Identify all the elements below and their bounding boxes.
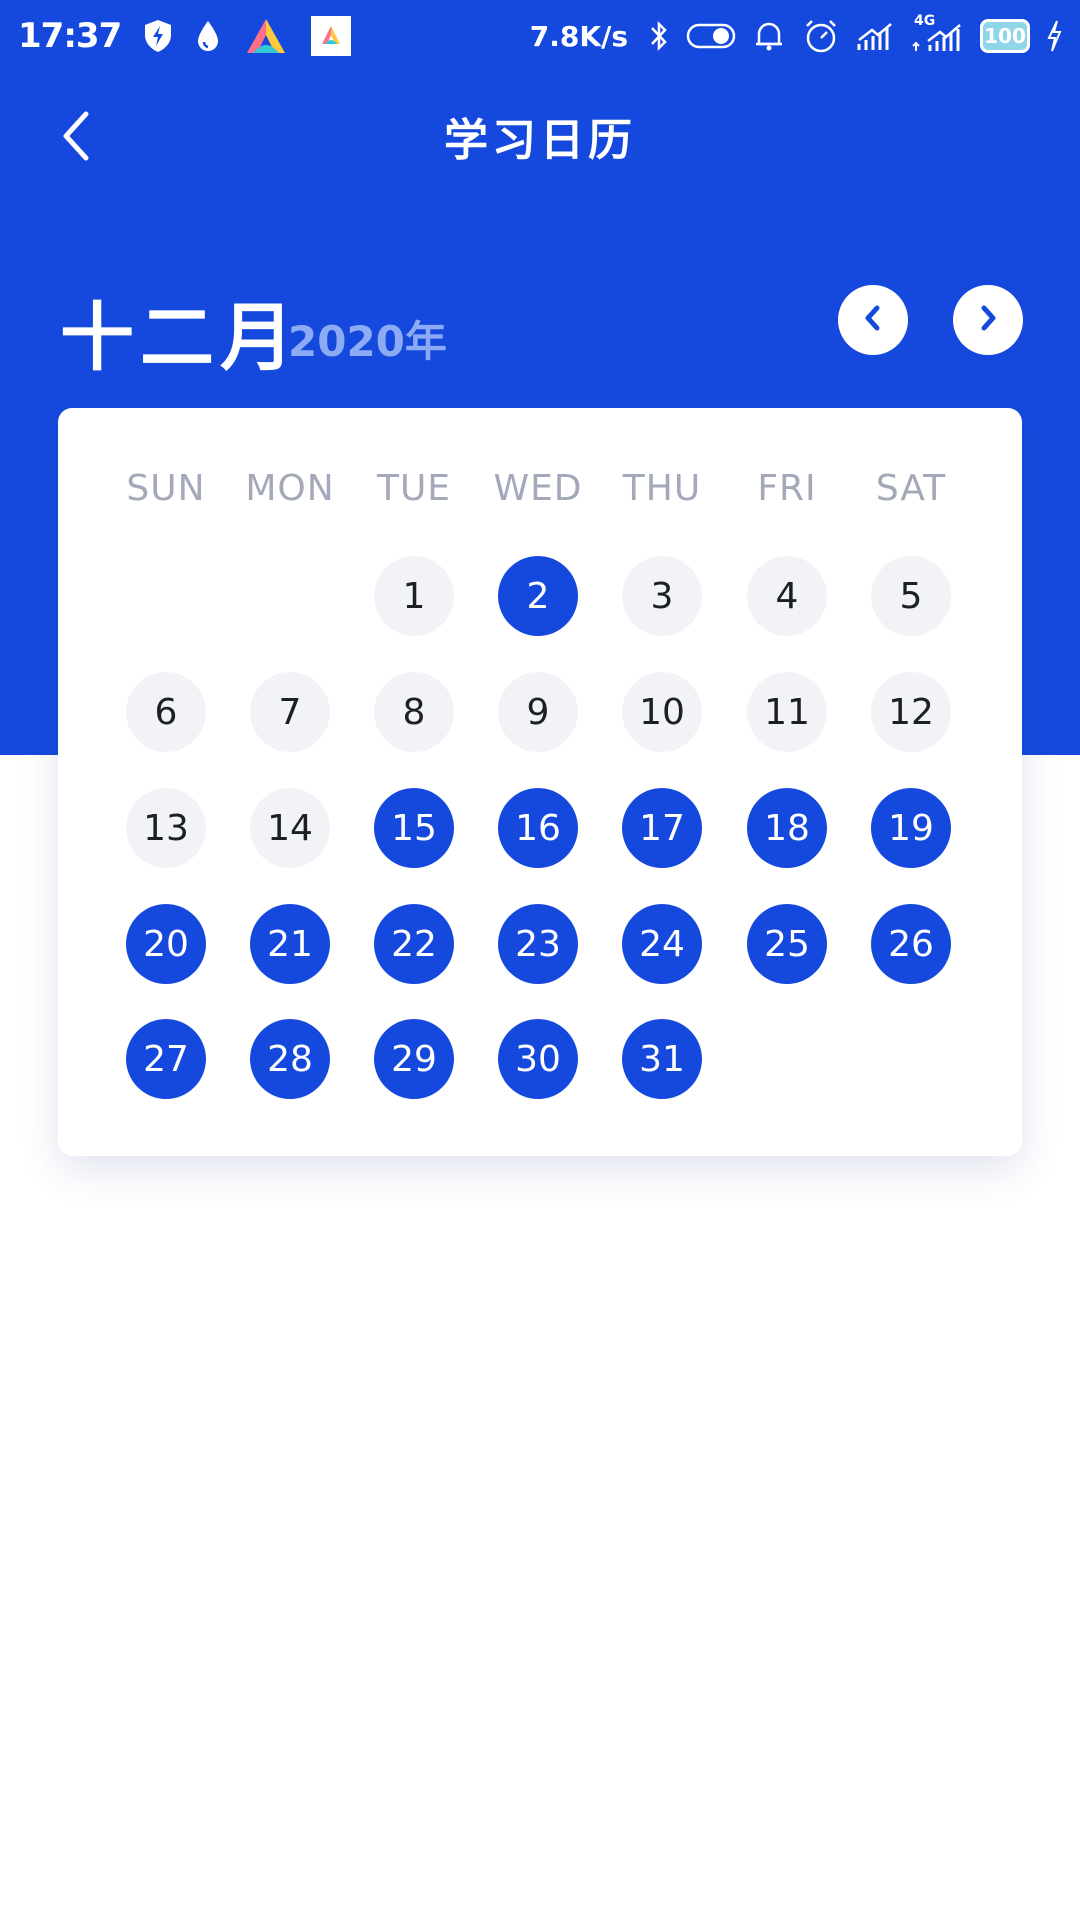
calendar-day-9[interactable]: 9 bbox=[498, 672, 578, 752]
calendar-day-15[interactable]: 15 bbox=[374, 788, 454, 868]
toggle-icon bbox=[686, 21, 736, 51]
calendar-day-28[interactable]: 28 bbox=[250, 1019, 330, 1099]
battery-icon: 100 bbox=[980, 19, 1030, 53]
nav-bar: 学习日历 bbox=[0, 72, 1080, 200]
calendar-day-16[interactable]: 16 bbox=[498, 788, 578, 868]
calendar-day-1[interactable]: 1 bbox=[374, 556, 454, 636]
prev-month-button[interactable] bbox=[838, 285, 908, 355]
back-button[interactable] bbox=[40, 102, 112, 174]
alarm-bell-icon bbox=[752, 19, 786, 53]
net-speed: 7.8K/s bbox=[529, 19, 628, 53]
calendar-day-31[interactable]: 31 bbox=[622, 1019, 702, 1099]
chevron-left-icon bbox=[56, 110, 96, 166]
calendar-day-19[interactable]: 19 bbox=[871, 788, 951, 868]
alarm-clock-icon bbox=[802, 18, 840, 54]
water-drop-icon bbox=[195, 19, 221, 53]
calendar-day-24[interactable]: 24 bbox=[622, 904, 702, 984]
calendar-day-3[interactable]: 3 bbox=[622, 556, 702, 636]
bluetooth-icon bbox=[648, 19, 670, 53]
network-type-label: 4G bbox=[914, 13, 936, 29]
calendar-day-12[interactable]: 12 bbox=[871, 672, 951, 752]
calendar-day-14[interactable]: 14 bbox=[250, 788, 330, 868]
battery-level: 100 bbox=[984, 24, 1026, 48]
calendar-card: SUN MON TUE WED THU FRI SAT 1 2 3 4 5 6 7 8 9 10 11 12 13 14… bbox=[58, 408, 1022, 1156]
month-header: 十二月 2020年 bbox=[60, 270, 1023, 381]
calendar-day-18[interactable]: 18 bbox=[747, 788, 827, 868]
calendar-day-21[interactable]: 21 bbox=[250, 904, 330, 984]
weekday-sat: SAT bbox=[875, 468, 947, 509]
calendar-day-8[interactable]: 8 bbox=[374, 672, 454, 752]
chevron-right-icon bbox=[976, 303, 1000, 337]
next-month-button[interactable] bbox=[953, 285, 1023, 355]
shield-bolt-icon bbox=[143, 19, 173, 53]
study-calendar-screen: 17:37 7.8K/s 4G 100 学习日历 十二月 2020年 SUN M… bbox=[0, 0, 1080, 1920]
page-title: 学习日历 bbox=[444, 115, 636, 166]
calendar-day-5[interactable]: 5 bbox=[871, 556, 951, 636]
calendar-day-25[interactable]: 25 bbox=[747, 904, 827, 984]
weekday-wed: WED bbox=[493, 468, 583, 509]
weekday-mon: MON bbox=[245, 468, 335, 509]
signal-icon bbox=[856, 20, 894, 52]
year-label: 2020年 bbox=[288, 317, 447, 366]
calendar-day-13[interactable]: 13 bbox=[126, 788, 206, 868]
calendar-day-30[interactable]: 30 bbox=[498, 1019, 578, 1099]
status-bar: 17:37 7.8K/s 4G 100 bbox=[0, 0, 1080, 72]
calendar-day-23[interactable]: 23 bbox=[498, 904, 578, 984]
weekday-sun: SUN bbox=[126, 468, 206, 509]
status-system-icons: 7.8K/s 4G 100 bbox=[529, 13, 1062, 54]
app-a-small-icon bbox=[311, 16, 352, 56]
weekday-fri: FRI bbox=[757, 468, 817, 509]
calendar-day-20[interactable]: 20 bbox=[126, 904, 206, 984]
chevron-left-icon bbox=[861, 303, 885, 337]
calendar-day-7[interactable]: 7 bbox=[250, 672, 330, 752]
calendar-day-26[interactable]: 26 bbox=[871, 904, 951, 984]
calendar-day-2[interactable]: 2 bbox=[498, 556, 578, 636]
calendar-day-17[interactable]: 17 bbox=[622, 788, 702, 868]
calendar-day-6[interactable]: 6 bbox=[126, 672, 206, 752]
status-notification-icons bbox=[143, 16, 352, 56]
signal-4g-icon: 4G bbox=[910, 13, 964, 53]
calendar-day-27[interactable]: 27 bbox=[126, 1019, 206, 1099]
month-label: 十二月 bbox=[60, 295, 300, 381]
calendar-day-10[interactable]: 10 bbox=[622, 672, 702, 752]
weekday-tue: TUE bbox=[376, 468, 452, 509]
calendar-day-11[interactable]: 11 bbox=[747, 672, 827, 752]
app-a-icon bbox=[243, 17, 289, 55]
status-time: 17:37 bbox=[18, 16, 122, 56]
weekday-thu: THU bbox=[622, 468, 702, 509]
calendar-day-4[interactable]: 4 bbox=[747, 556, 827, 636]
calendar-day-29[interactable]: 29 bbox=[374, 1019, 454, 1099]
calendar-day-22[interactable]: 22 bbox=[374, 904, 454, 984]
charging-icon bbox=[1046, 19, 1062, 53]
